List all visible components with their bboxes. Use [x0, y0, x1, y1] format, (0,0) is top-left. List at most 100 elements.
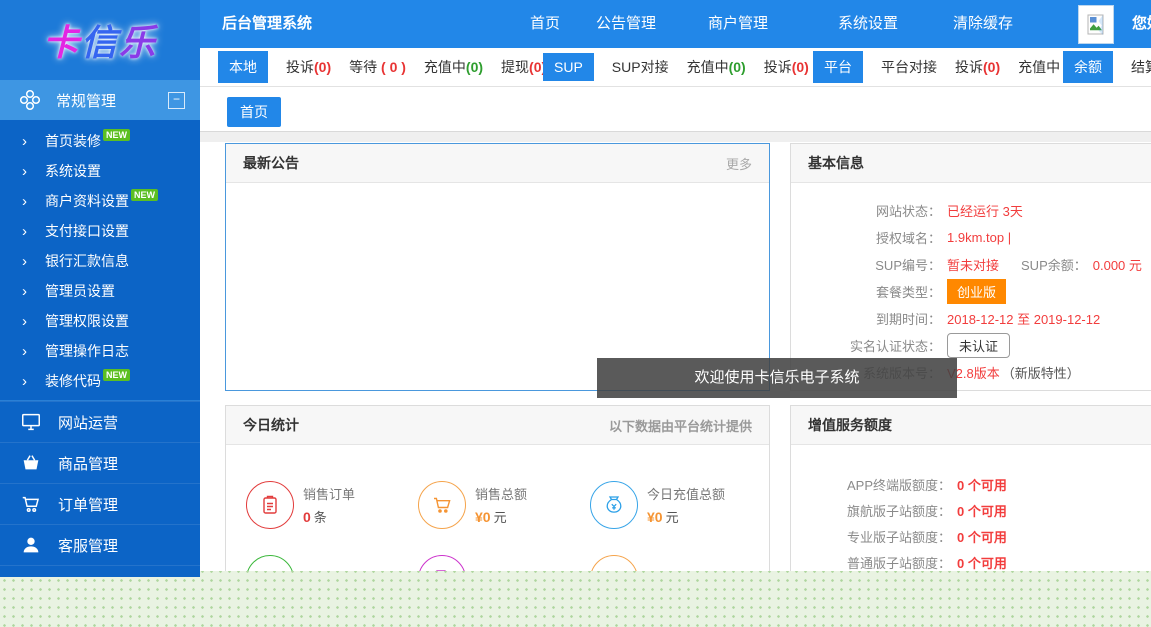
app-logo[interactable]: 卡信乐	[43, 14, 157, 66]
sidebar-item-decor-code[interactable]: 装修代码 NEW	[0, 366, 200, 396]
today-stats-panel: 今日统计 以下数据由平台统计提供 销售订单 0条	[225, 405, 770, 571]
moneybag-icon	[590, 481, 638, 529]
stat-new-customers: 新注册客户	[246, 555, 418, 571]
quota-flagship: 旗航版子站额度： 0 个可用	[791, 497, 1151, 523]
chevron-right-icon	[22, 374, 27, 389]
topnav-announcements[interactable]: 公告管理	[596, 0, 656, 48]
quota-app: APP终端版额度： 0 个可用	[791, 471, 1151, 497]
basic-info-panel: 基本信息 网站状态： 已经运行 3天 授权域名： 1.9km.top | SUP…	[790, 143, 1151, 391]
domain-row: 授权域名： 1.9km.top |	[791, 224, 1151, 251]
stat-complaint-orders: 投诉订单	[418, 555, 590, 571]
topnav-clear-cache[interactable]: 清除缓存	[953, 0, 1013, 48]
avatar[interactable]	[1078, 5, 1114, 44]
sidebar-section-website-ops[interactable]: 网站运营	[0, 401, 200, 442]
divider-strip	[200, 132, 1151, 142]
sidebar-item-home-decor[interactable]: 首页装修 NEW	[0, 126, 200, 156]
chevron-right-icon	[22, 284, 27, 299]
new-badge: NEW	[131, 189, 158, 201]
settlement-record[interactable]: 结算记	[1131, 57, 1151, 77]
stat-sales-orders: 销售订单 0条	[246, 481, 418, 529]
site-status-row: 网站状态： 已经运行 3天	[791, 197, 1151, 224]
tab-sup[interactable]: SUP	[543, 53, 594, 81]
logo-block: 卡信乐	[0, 0, 200, 80]
breadcrumb-tab-home[interactable]: 首页	[227, 97, 281, 127]
realname-row: 实名认证状态： 未认证	[791, 332, 1151, 359]
sidebar-item-admin-logs[interactable]: 管理操作日志	[0, 336, 200, 366]
platform-complaints[interactable]: 投诉(0)	[955, 57, 1000, 77]
sidebar-group-general[interactable]: 常规管理	[0, 80, 200, 120]
sup-connect[interactable]: SUP对接	[612, 57, 669, 77]
statusbar-group-balance: 余额 结算记	[1063, 48, 1151, 86]
today-stats-title: 今日统计	[243, 415, 299, 435]
local-waiting[interactable]: 等待 ( 0 )	[349, 57, 406, 77]
store-icon	[590, 555, 638, 571]
main-content: 最新公告 更多 基本信息 网站状态： 已经运行 3天 授权域名： 1.9km.t…	[200, 142, 1151, 571]
cart-icon	[20, 493, 42, 515]
local-recharging[interactable]: 充值中(0)	[424, 57, 483, 77]
stat-sales-total: 销售总额 ¥0元	[418, 481, 590, 529]
sidebar: 常规管理 首页装修 NEW 系统设置 商户资料设置 NEW 支付接口设置 银行汇…	[0, 80, 200, 577]
announcement-title: 最新公告	[243, 153, 299, 173]
chevron-right-icon	[22, 314, 27, 329]
broken-image-icon	[1087, 14, 1105, 36]
tab-platform[interactable]: 平台	[813, 51, 863, 83]
sidebar-section-products[interactable]: 商品管理	[0, 442, 200, 483]
monitor-icon	[20, 411, 42, 433]
sidebar-item-admin-permissions[interactable]: 管理权限设置	[0, 306, 200, 336]
sidebar-item-merchant-profile[interactable]: 商户资料设置 NEW	[0, 186, 200, 216]
collapse-minus-icon[interactable]	[168, 92, 185, 109]
more-link[interactable]: 更多	[726, 154, 752, 173]
sup-row: SUP编号： 暂未对接 SUP余额： 0.000 元	[791, 251, 1151, 278]
document-icon	[418, 555, 466, 571]
sidebar-item-admin-settings[interactable]: 管理员设置	[0, 276, 200, 306]
topnav-merchants[interactable]: 商户管理	[708, 0, 768, 48]
clipboard-icon	[246, 481, 294, 529]
stat-today-recharge: 今日充值总额 ¥0元	[590, 481, 762, 529]
local-withdraw[interactable]: 提现(0)	[501, 57, 546, 77]
platform-recharging[interactable]: 充值中	[1018, 57, 1060, 77]
statusbar: 本地 投诉(0) 等待 ( 0 ) 充值中(0) 提现(0) SUP SUP对接…	[200, 48, 1151, 87]
sidebar-item-payment-interface[interactable]: 支付接口设置	[0, 216, 200, 246]
sup-complaints[interactable]: 投诉(0)	[764, 57, 809, 77]
greeting-text: 您好	[1132, 0, 1151, 48]
chevron-right-icon	[22, 164, 27, 179]
tab-balance[interactable]: 余额	[1063, 51, 1113, 83]
sidebar-section-customer-service[interactable]: 客服管理	[0, 524, 200, 565]
quota-professional: 专业版子站额度： 0 个可用	[791, 523, 1151, 549]
clover-icon	[18, 88, 42, 112]
topnav-system-settings[interactable]: 系统设置	[838, 0, 898, 48]
announcement-panel: 最新公告 更多	[225, 143, 770, 391]
topbar: 后台管理系统 首页 公告管理 商户管理 系统设置 清除缓存 您好	[200, 0, 1151, 48]
version-feature-link[interactable]: （新版特性）	[1002, 363, 1080, 382]
value-added-panel: 增值服务额度 APP终端版额度： 0 个可用 旗航版子站额度： 0 个可用 专业…	[790, 405, 1151, 571]
sidebar-item-system-settings[interactable]: 系统设置	[0, 156, 200, 186]
not-verified-button[interactable]: 未认证	[947, 333, 1010, 358]
topnav-home[interactable]: 首页	[530, 0, 560, 48]
sidebar-item-bank-transfer[interactable]: 银行汇款信息	[0, 246, 200, 276]
statusbar-group-platform: 平台 平台对接 投诉(0) 充值中	[813, 48, 1060, 86]
quota-standard: 普通版子站额度： 0 个可用	[791, 549, 1151, 571]
package-row: 套餐类型： 创业版	[791, 278, 1151, 305]
sidebar-section-users[interactable]: 用户管理	[0, 565, 200, 577]
support-agent-icon	[20, 534, 42, 556]
local-complaints[interactable]: 投诉(0)	[286, 57, 331, 77]
chevron-right-icon	[22, 134, 27, 149]
cart-icon	[418, 481, 466, 529]
basic-info-title: 基本信息	[808, 153, 864, 173]
new-badge: NEW	[103, 369, 130, 381]
sidebar-section-orders[interactable]: 订单管理	[0, 483, 200, 524]
platform-connect[interactable]: 平台对接	[881, 57, 937, 77]
chevron-right-icon	[22, 224, 27, 239]
basket-icon	[20, 452, 42, 474]
chevron-right-icon	[22, 344, 27, 359]
sup-recharging[interactable]: 充值中(0)	[687, 57, 746, 77]
expire-row: 到期时间： 2018-12-12 至 2019-12-12	[791, 305, 1151, 332]
chevron-right-icon	[22, 254, 27, 269]
tab-local[interactable]: 本地	[218, 51, 268, 83]
new-badge: NEW	[103, 129, 130, 141]
package-badge[interactable]: 创业版	[947, 279, 1006, 304]
value-added-title: 增值服务额度	[808, 415, 892, 435]
chevron-right-icon	[22, 194, 27, 209]
stat-today-substations: 今日分站	[590, 555, 762, 571]
users-icon	[246, 555, 294, 571]
